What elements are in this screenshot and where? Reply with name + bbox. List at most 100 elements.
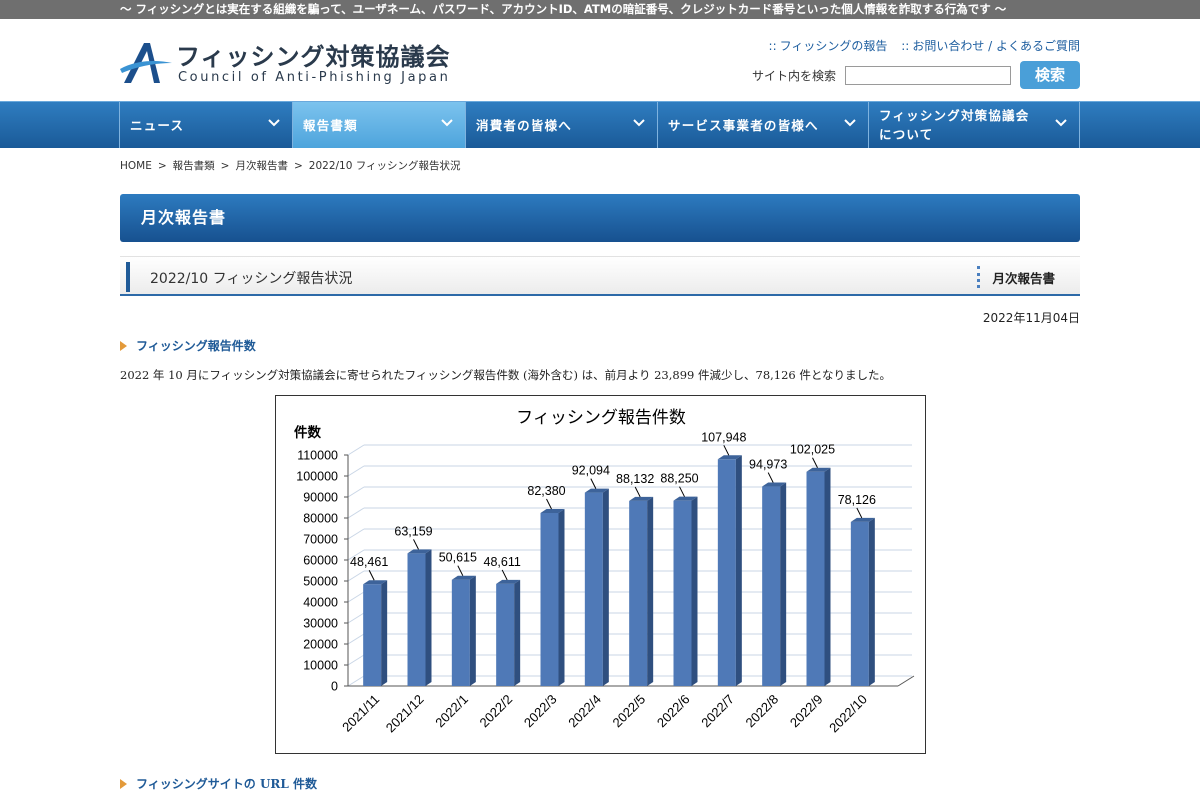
data-label: 102,025 (790, 443, 835, 457)
bar-group (673, 496, 698, 686)
nav-item-service-providers[interactable]: サービス事業者の皆様へ (658, 102, 869, 148)
breadcrumb-separator: > (157, 160, 167, 172)
bar (407, 553, 426, 686)
nav-item-label: 消費者の皆様へ (476, 117, 572, 133)
breadcrumb-separator: > (293, 160, 303, 172)
publish-date: 2022年11月04日 (982, 311, 1080, 325)
gridline-diagonal (347, 675, 365, 687)
x-tick-label: 2022/4 (565, 692, 604, 731)
gridline-diagonal (347, 486, 365, 498)
bar-group (850, 517, 875, 686)
nav-item-consumers[interactable]: 消費者の皆様へ (466, 102, 658, 148)
x-tick-label: 2022/8 (743, 692, 782, 731)
nav-item-label: フィッシング対策協議会 について (879, 108, 1030, 142)
y-axis-label: 件数 (294, 424, 321, 441)
bar-group (496, 579, 521, 686)
nav-item-label: サービス事業者の皆様へ (668, 117, 819, 133)
data-label-leader (723, 445, 730, 456)
logo-mark-icon (120, 43, 172, 83)
x-axis-depth (897, 675, 915, 687)
site-search: サイト内を検索 検索 (752, 61, 1080, 89)
x-tick-label: 2022/6 (654, 692, 693, 731)
breadcrumb: HOME > 報告書類 > 月次報告書 >2022/10 フィッシング報告状況 (120, 158, 461, 173)
bar (451, 579, 470, 686)
nav-item-label: ニュース (130, 117, 185, 133)
data-label: 94,973 (749, 458, 787, 472)
bar-side (381, 580, 388, 686)
bar-group (363, 580, 388, 686)
bar-group (762, 482, 787, 686)
breadcrumb-home[interactable]: HOME (120, 160, 152, 172)
breadcrumb-reports[interactable]: 報告書類 (173, 160, 215, 172)
tagline-text: 〜 フィッシングとは実在する組織を騙って、ユーザネーム、パスワード、アカウントI… (120, 2, 1007, 16)
report-phishing-link[interactable]: フィッシングの報告 (780, 39, 888, 53)
logo-english-name: Council of Anti-Phishing Japan (178, 70, 451, 85)
section-heading-url-count: フィッシングサイトの URL 件数 (120, 775, 317, 792)
triangle-bullet-icon (120, 341, 127, 351)
gridline-diagonal (347, 591, 365, 603)
category-marker (977, 266, 980, 288)
bar-group (407, 549, 432, 686)
x-tick-label: 2022/7 (698, 692, 737, 731)
y-tick-label: 60000 (303, 554, 338, 568)
report-count-chart: 0 10000 20000 30000 40000 50000 60000 70000 8000… (275, 395, 926, 754)
chevron-down-icon (633, 119, 645, 127)
data-label: 48,611 (484, 555, 521, 569)
site-logo[interactable]: フィッシング対策協議会 Council of Anti-Phishing Jap… (120, 37, 450, 89)
nav-item-reports[interactable]: 報告書類 (293, 102, 466, 148)
tagline-strip: 〜 フィッシングとは実在する組織を騙って、ユーザネーム、パスワード、アカウントI… (0, 0, 1200, 19)
bar-side (602, 488, 609, 686)
search-input[interactable] (845, 65, 1011, 85)
gridline-diagonal (347, 507, 365, 519)
bar-side (425, 549, 432, 686)
breadcrumb-current: 2022/10 フィッシング報告状況 (308, 160, 461, 172)
x-tick-label: 2021/12 (383, 692, 427, 736)
gridline-diagonal (347, 570, 365, 582)
article-category-link[interactable]: 月次報告書 (992, 268, 1055, 287)
bar-side (735, 455, 742, 686)
y-tick-label: 90000 (303, 491, 338, 505)
bar (629, 500, 648, 686)
chevron-down-icon (268, 119, 280, 127)
main-navigation: ニュース 報告書類 消費者の皆様へ サービス事業者の皆様へ フィッシング対策協議… (0, 101, 1200, 148)
y-tick-label: 80000 (303, 512, 338, 526)
x-tick-label: 2022/9 (787, 692, 826, 731)
x-tick-label: 2022/1 (432, 692, 471, 731)
section-heading-report-count: フィッシング報告件数 (120, 337, 256, 354)
link-bullet: :: (901, 39, 910, 53)
chevron-down-icon (441, 119, 453, 127)
bar-side (824, 467, 831, 686)
article-title: 2022/10 フィッシング報告状況 (150, 271, 353, 287)
site-header: フィッシング対策協議会 Council of Anti-Phishing Jap… (0, 19, 1200, 101)
bar (540, 513, 559, 686)
bar (673, 500, 692, 686)
gridline-diagonal (347, 528, 365, 540)
contact-faq-link[interactable]: お問い合わせ / よくあるご質問 (912, 39, 1080, 53)
data-label: 82,380 (527, 484, 565, 498)
data-label: 63,159 (394, 524, 432, 538)
search-button[interactable]: 検索 (1020, 61, 1080, 89)
breadcrumb-separator: > (220, 160, 230, 172)
data-label: 48,461 (350, 555, 388, 569)
breadcrumb-monthly[interactable]: 月次報告書 (235, 160, 288, 172)
y-tick-label: 70000 (303, 533, 338, 547)
data-label: 107,948 (701, 430, 746, 444)
y-tick-label: 10000 (303, 659, 338, 673)
data-label-leader (856, 507, 863, 519)
nav-item-news[interactable]: ニュース (120, 102, 293, 148)
report-summary-text: 2022 年 10 月にフィッシング対策協議会に寄せられたフィッシング報告件数 … (120, 368, 892, 382)
bar-group (717, 455, 742, 686)
bar-side (647, 496, 654, 686)
data-label: 78,126 (838, 493, 876, 507)
data-label-leader (767, 472, 774, 483)
bar (584, 492, 603, 686)
gridline-diagonal (347, 612, 365, 624)
bar-group (629, 496, 654, 686)
nav-item-about[interactable]: フィッシング対策協議会 について (869, 102, 1080, 148)
bar-group (584, 488, 609, 686)
gridline-diagonal (347, 465, 365, 477)
data-label: 50,615 (439, 551, 477, 565)
data-label: 88,132 (616, 472, 654, 486)
data-label-leader (368, 570, 375, 581)
chevron-down-icon (1055, 119, 1067, 127)
